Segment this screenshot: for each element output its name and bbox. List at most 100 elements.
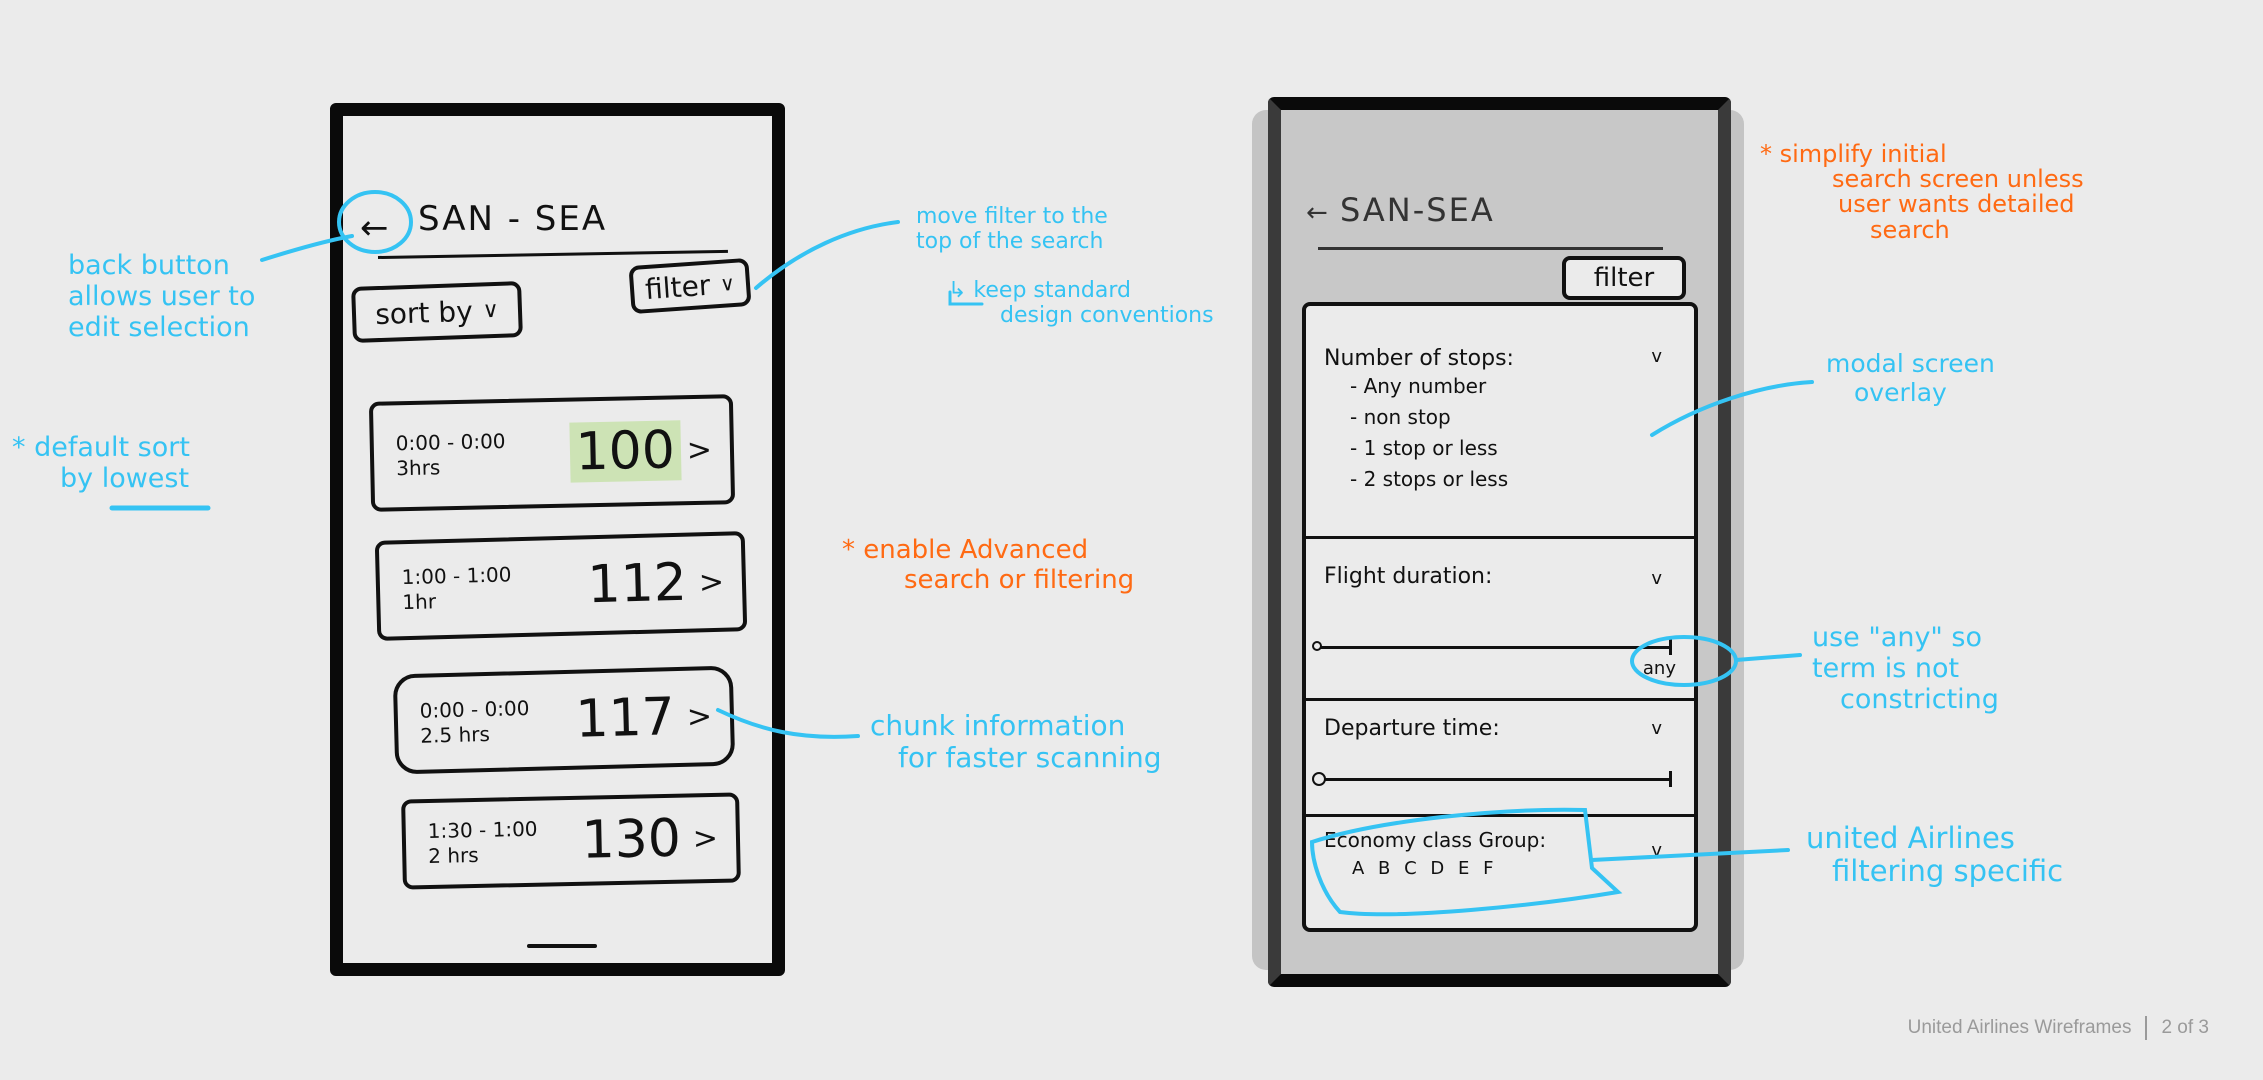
stops-section: Number of stops: v - Any number - non st… xyxy=(1324,346,1676,495)
chevron-down-icon[interactable]: v xyxy=(1651,840,1662,861)
flight-times: 0:00 - 0:00 xyxy=(419,695,530,723)
annotation-line: move filter to the xyxy=(916,204,1108,229)
stops-label: Number of stops: xyxy=(1324,346,1514,371)
annotation-back-button: back button allows user to edit selectio… xyxy=(68,250,255,343)
chevron-down-icon[interactable]: v xyxy=(1651,346,1662,367)
economy-groups[interactable]: A B C D E F xyxy=(1352,858,1676,879)
duration-value: any xyxy=(1642,658,1676,679)
annotation-line: * enable Advanced xyxy=(842,535,1089,565)
back-arrow-icon[interactable]: ← xyxy=(360,208,389,248)
annotation-keep-standard: ↳ keep standard design conventions xyxy=(948,278,1214,329)
annotation-line: constricting xyxy=(1840,684,1999,716)
duration-label: Flight duration: xyxy=(1324,564,1493,589)
annotation-advanced-search: * enable Advanced search or filtering xyxy=(842,535,1135,596)
annotation-line: overlay xyxy=(1854,377,1947,407)
flight-card[interactable]: 1:00 - 1:00 1hr 112 > xyxy=(374,531,748,641)
annotation-line: by lowest xyxy=(60,463,190,495)
header-divider xyxy=(1318,247,1663,250)
flight-info: 0:00 - 0:00 2.5 hrs xyxy=(419,696,530,749)
annotation-default-sort: * default sort by lowest xyxy=(12,432,190,494)
flight-card[interactable]: 0:00 - 0:00 3hrs 100 > xyxy=(368,394,736,512)
duration-slider[interactable] xyxy=(1312,639,1672,655)
filter-button[interactable]: filter ∨ xyxy=(628,257,752,315)
flight-info: 1:00 - 1:00 1hr xyxy=(401,562,512,615)
annotation-line: allows user to xyxy=(68,281,256,313)
annotation-united-specific: united Airlines filtering specific xyxy=(1806,821,2064,889)
flight-price: 112 > xyxy=(581,552,725,616)
flight-times: 1:00 - 1:00 xyxy=(401,562,512,590)
annotation-line: modal screen xyxy=(1826,349,1995,378)
footer-title: United Airlines Wireframes xyxy=(1907,1017,2132,1038)
chevron-down-icon: ∨ xyxy=(719,270,736,296)
flight-duration: 3hrs xyxy=(396,455,441,481)
departure-slider[interactable] xyxy=(1312,771,1672,787)
annotation-line: edit selection xyxy=(68,312,250,344)
flight-times: 0:00 - 0:00 xyxy=(395,428,506,456)
chevron-right-icon: > xyxy=(686,698,713,735)
economy-label: Economy class Group: xyxy=(1324,828,1547,852)
chevron-down-icon[interactable]: v xyxy=(1651,568,1662,589)
annotation-line: use "any" so xyxy=(1812,622,1983,653)
annotation-line: design conventions xyxy=(1000,303,1214,329)
stops-option-2-stops[interactable]: - 2 stops or less xyxy=(1350,464,1676,495)
flight-times: 1:30 - 1:00 xyxy=(427,816,538,843)
flight-info: 1:30 - 1:00 2 hrs xyxy=(428,817,539,869)
annotation-line: search or filtering xyxy=(904,564,1135,595)
section-divider xyxy=(1306,814,1694,817)
chevron-right-icon: > xyxy=(686,432,713,468)
annotation-line: user wants detailed xyxy=(1838,190,2075,219)
home-indicator xyxy=(527,944,597,948)
sort-by-button[interactable]: sort by ∨ xyxy=(351,281,523,343)
annotation-line: term is not xyxy=(1812,653,1960,685)
flight-price: 117 > xyxy=(569,686,713,750)
price-value: 130 xyxy=(580,808,682,871)
departure-section: Departure time: v xyxy=(1324,716,1676,741)
chevron-down-icon: ∨ xyxy=(482,297,500,323)
annotation-line: united Airlines xyxy=(1806,821,2015,855)
price-value: 100 xyxy=(568,420,682,483)
slider-end xyxy=(1669,639,1672,655)
annotation-line: top of the search xyxy=(916,229,1104,255)
page-indicator: 2 of 3 xyxy=(2161,1017,2209,1038)
flight-duration: 2 hrs xyxy=(428,842,479,868)
duration-section: Flight duration: v xyxy=(1324,564,1676,589)
flight-price: 130 > xyxy=(575,808,719,871)
footer: United Airlines Wireframes 2 of 3 xyxy=(1908,1016,2209,1040)
route-title: SAN - SEA xyxy=(418,199,608,239)
annotation-use-any: use "any" so term is not constricting xyxy=(1812,622,1999,715)
flight-duration: 2.5 hrs xyxy=(420,721,491,748)
annotation-line: ↳ keep standard xyxy=(948,278,1131,303)
flight-card[interactable]: 0:00 - 0:00 2.5 hrs 117 > xyxy=(392,665,736,775)
stops-option-1-stop[interactable]: - 1 stop or less xyxy=(1350,433,1676,464)
annotation-simplify: * simplify initial search screen unless … xyxy=(1760,140,2084,243)
filter-tab[interactable]: filter xyxy=(1562,256,1686,300)
filter-label: filter xyxy=(644,268,712,306)
annotation-move-filter: move filter to the top of the search xyxy=(916,204,1108,255)
annotation-modal-overlay: modal screen overlay xyxy=(1826,349,1995,408)
annotation-line: * simplify initial xyxy=(1760,140,1947,168)
annotation-line: * default sort xyxy=(12,432,190,463)
price-value: 112 xyxy=(586,552,688,616)
section-divider xyxy=(1306,536,1694,539)
slider-end xyxy=(1669,771,1672,787)
departure-label: Departure time: xyxy=(1324,716,1500,741)
section-divider xyxy=(1306,698,1694,701)
chevron-down-icon[interactable]: v xyxy=(1651,718,1662,739)
filter-modal: Number of stops: v - Any number - non st… xyxy=(1302,302,1698,932)
flight-info: 0:00 - 0:00 3hrs xyxy=(396,429,507,481)
annotation-line: filtering specific xyxy=(1832,854,2064,889)
slider-handle[interactable] xyxy=(1312,641,1322,651)
flight-card[interactable]: 1:30 - 1:00 2 hrs 130 > xyxy=(401,792,741,890)
annotation-chunk-info: chunk information for faster scanning xyxy=(870,709,1162,774)
use-any-leader xyxy=(1734,653,1802,662)
chevron-right-icon: > xyxy=(692,820,719,856)
annotation-line: back button xyxy=(68,250,230,281)
annotation-line: chunk information xyxy=(870,709,1126,742)
stops-option-any[interactable]: - Any number xyxy=(1350,371,1676,402)
economy-section: Economy class Group: A B C D E F v xyxy=(1324,828,1676,879)
flight-price: 100 > xyxy=(568,420,713,483)
flight-duration: 1hr xyxy=(402,589,437,615)
back-arrow-icon[interactable]: ← xyxy=(1306,198,1328,228)
stops-option-nonstop[interactable]: - non stop xyxy=(1350,402,1676,433)
slider-handle[interactable] xyxy=(1312,772,1326,786)
